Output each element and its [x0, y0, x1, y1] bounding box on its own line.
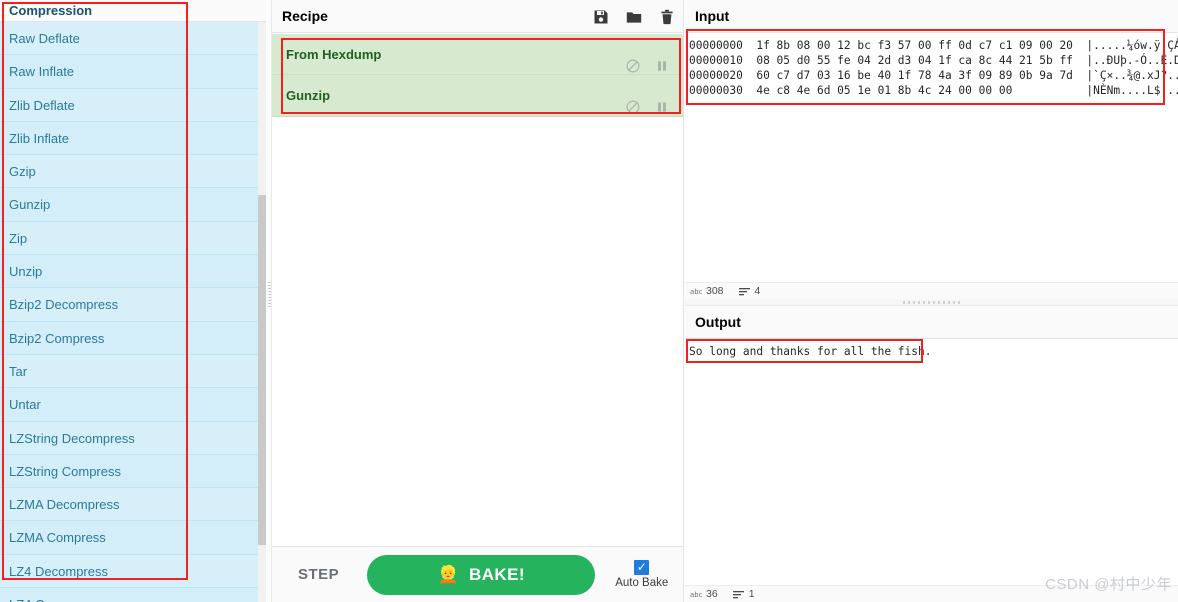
operation-item[interactable]: LZ4 Compress	[0, 588, 266, 602]
recipe-title-bar: Recipe	[272, 0, 683, 33]
recipe-operation-controls	[626, 34, 669, 75]
input-lines-value: 4	[754, 285, 761, 297]
splitter-grip-icon	[268, 282, 271, 308]
cyberchef-app: Compression Raw Deflate Raw Inflate Zlib D…	[0, 0, 1178, 602]
output-lines-group: 1	[732, 588, 755, 600]
save-icon[interactable]	[593, 9, 609, 25]
breakpoint-pause-icon[interactable]	[655, 48, 669, 71]
recipe-operation-list[interactable]: From Hexdump Gunzip	[272, 34, 683, 546]
operation-item[interactable]: Tar	[0, 354, 266, 389]
output-length-group: abc 36	[690, 588, 718, 600]
input-title-bar: Input	[685, 0, 1178, 33]
operation-item[interactable]: Raw Deflate	[0, 22, 266, 56]
recipe-operation[interactable]: Gunzip	[272, 75, 683, 116]
operation-item[interactable]: Bzip2 Decompress	[0, 288, 266, 322]
lines-icon	[732, 590, 744, 598]
chef-icon: 👱	[437, 565, 460, 584]
lines-icon	[738, 287, 750, 295]
auto-bake-checkbox[interactable]: ✓	[634, 560, 650, 575]
operation-item[interactable]: Gzip	[0, 155, 266, 189]
disable-operation-icon[interactable]	[626, 89, 640, 114]
recipe-operation-controls	[626, 75, 669, 116]
bake-button[interactable]: 👱 BAKE!	[367, 554, 596, 595]
recipe-operation-label: Gunzip	[286, 88, 331, 103]
svg-text:abc: abc	[690, 591, 702, 599]
splitter-grip-icon	[903, 301, 961, 304]
input-section: Input 00000000 1f 8b 08 00 12 bc f3 57 0…	[685, 0, 1178, 282]
operations-category-header[interactable]: Compression	[0, 0, 266, 22]
recipe-operation[interactable]: From Hexdump	[272, 34, 683, 75]
input-length-value: 308	[706, 285, 724, 297]
output-section: Output So long and thanks for all the fi…	[685, 306, 1178, 602]
input-textarea[interactable]: 00000000 1f 8b 08 00 12 bc f3 57 00 ff 0…	[685, 34, 1178, 282]
step-button[interactable]: STEP	[292, 565, 345, 584]
disable-operation-icon[interactable]	[626, 48, 640, 73]
output-length-value: 36	[706, 588, 718, 600]
input-length-group: abc 308	[690, 285, 724, 297]
operation-item[interactable]: Zlib Deflate	[0, 88, 266, 122]
operations-pane: Compression Raw Deflate Raw Inflate Zlib D…	[0, 0, 266, 602]
operation-item[interactable]: Unzip	[0, 255, 266, 289]
operation-item[interactable]: Gunzip	[0, 188, 266, 222]
input-lines-group: 4	[738, 285, 761, 297]
operation-item[interactable]: LZMA Decompress	[0, 488, 266, 522]
recipe-operation-label: From Hexdump	[286, 47, 382, 62]
output-lines-value: 1	[748, 588, 755, 600]
io-pane: Input 00000000 1f 8b 08 00 12 bc f3 57 0…	[685, 0, 1178, 602]
watermark: CSDN @村中少年	[1045, 576, 1172, 593]
splitter-input-output[interactable]	[685, 299, 1178, 306]
operation-item[interactable]: Untar	[0, 388, 266, 422]
operation-item[interactable]: Bzip2 Compress	[0, 321, 266, 355]
auto-bake-label: Auto Bake	[615, 577, 669, 589]
folder-icon[interactable]	[626, 9, 642, 25]
svg-text:abc: abc	[690, 288, 702, 296]
recipe-title: Recipe	[282, 8, 328, 24]
input-title: Input	[695, 8, 730, 24]
operations-scrollbar-thumb[interactable]	[258, 195, 266, 545]
operation-item[interactable]: LZMA Compress	[0, 521, 266, 555]
operation-item[interactable]: LZString Compress	[0, 454, 266, 489]
recipe-footer: STEP 👱 BAKE! ✓ Auto Bake	[272, 546, 683, 602]
operation-item[interactable]: LZString Decompress	[0, 421, 266, 455]
operation-item[interactable]: Raw Inflate	[0, 55, 266, 89]
output-title-bar: Output	[685, 306, 1178, 339]
trash-icon[interactable]	[659, 9, 675, 25]
recipe-controls	[593, 0, 675, 33]
recipe-pane: Recipe From Hexdump Gunzip STEP 👱 BAKE! …	[272, 0, 684, 602]
input-status-bar: abc 308 4	[685, 282, 1178, 299]
output-textarea[interactable]: So long and thanks for all the fish.	[685, 340, 1178, 584]
abc-icon: abc	[690, 591, 702, 599]
auto-bake-toggle[interactable]: ✓ Auto Bake	[615, 560, 668, 589]
abc-icon: abc	[690, 288, 702, 296]
operation-item[interactable]: Zlib Inflate	[0, 121, 266, 156]
output-title: Output	[695, 314, 741, 330]
operation-item[interactable]: Zip	[0, 221, 266, 256]
bake-button-label: BAKE!	[469, 564, 525, 584]
operation-item[interactable]: LZ4 Decompress	[0, 554, 266, 589]
operations-list[interactable]: Raw Deflate Raw Inflate Zlib Deflate Zlib I…	[0, 22, 266, 602]
breakpoint-pause-icon[interactable]	[655, 89, 669, 112]
recipe-operations: From Hexdump Gunzip	[272, 34, 683, 117]
